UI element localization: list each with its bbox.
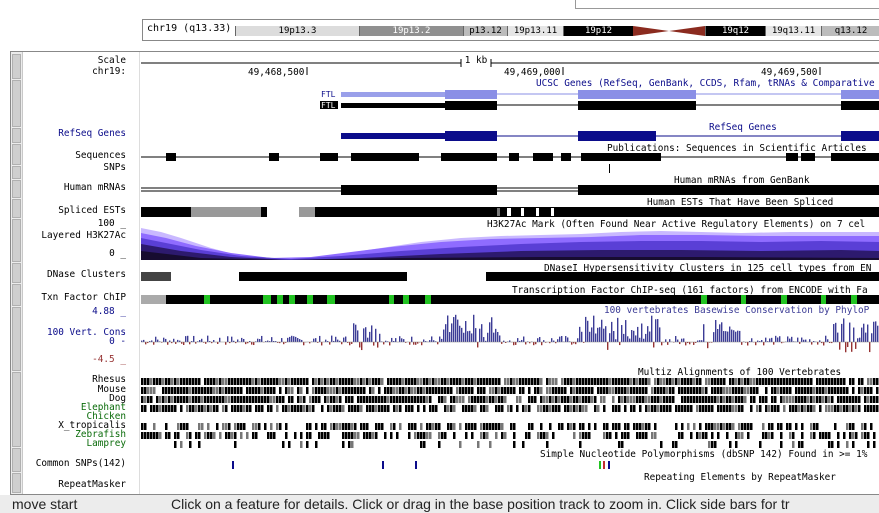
- sidebar-btn-ucsc-genes[interactable]: [12, 80, 21, 127]
- ftl-gene-2[interactable]: [341, 101, 879, 110]
- top-position-box[interactable]: [575, 0, 879, 9]
- cons-min: -4.5 _: [92, 354, 126, 365]
- cons-zero: 0 -: [109, 336, 126, 347]
- sidebar-btn-ests[interactable]: [12, 199, 21, 218]
- pos-3: 49,469,500: [761, 67, 818, 78]
- txn-title: Transcription Factor ChIP-seq (161 facto…: [512, 285, 868, 296]
- h3k27ac-max: 100 _: [97, 218, 126, 229]
- scale-text: 1 kb: [465, 55, 488, 66]
- base-ruler[interactable]: 1 kb 49,468,500 49,469,000 49,469,500: [141, 55, 879, 78]
- ests-title: Human ESTs That Have Been Spliced: [647, 197, 833, 208]
- sidebar-btn-common-snps[interactable]: [12, 448, 21, 472]
- refseq-gene[interactable]: [341, 131, 879, 141]
- ests-label[interactable]: Spliced ESTs: [58, 206, 126, 216]
- pos-2: 49,469,000: [504, 67, 561, 78]
- conservation-plot[interactable]: [141, 314, 879, 353]
- h3k27ac-min: 0 _: [109, 248, 126, 259]
- chrom-label: chr19:: [92, 66, 126, 77]
- txn-label[interactable]: Txn Factor ChIP: [41, 293, 126, 303]
- band-1[interactable]: 19p13.3: [235, 26, 359, 36]
- snp-mark[interactable]: [609, 164, 610, 173]
- sidebar-btn-multiz[interactable]: [12, 372, 21, 447]
- sequences-label[interactable]: Sequences: [75, 151, 126, 161]
- common-snps-label[interactable]: Common SNPs(142): [36, 459, 126, 469]
- refseq-label[interactable]: RefSeq Genes: [58, 129, 126, 139]
- h3k27ac-title: H3K27Ac Mark (Often Found Near Active Re…: [487, 219, 865, 230]
- sidebar-btn-snps[interactable]: [12, 166, 21, 179]
- sequences-title: Publications: Sequences in Scientific Ar…: [607, 143, 867, 154]
- track-sidebar: [11, 52, 23, 494]
- sidebar-btn-sequences[interactable]: [12, 144, 21, 165]
- refseq-title: RefSeq Genes: [709, 122, 777, 133]
- scale-label: Scale: [97, 55, 126, 66]
- sequences-features[interactable]: [141, 153, 879, 161]
- sidebar-btn-txn[interactable]: [12, 284, 21, 306]
- sidebar-btn-refseq[interactable]: [12, 128, 21, 143]
- track-image[interactable]: 1 kb 49,468,500 49,469,000 49,469,500 UC…: [141, 52, 879, 495]
- h3k27ac-signal[interactable]: [141, 228, 879, 260]
- common-snp-marks[interactable]: [232, 461, 610, 469]
- band-5[interactable]: 19p12: [563, 26, 633, 36]
- sidebar-btn-repeatmasker[interactable]: [12, 473, 21, 493]
- multiz-alignments[interactable]: [141, 378, 879, 448]
- band-7[interactable]: 19q13.11: [765, 26, 821, 36]
- sidebar-btn-ruler[interactable]: [12, 54, 21, 79]
- status-bar: move start Click on a feature for detail…: [0, 495, 879, 513]
- mrnas-label[interactable]: Human mRNAs: [64, 183, 126, 193]
- ftl-gene-2-label[interactable]: FTL: [321, 101, 336, 110]
- band-3[interactable]: p13.12: [463, 26, 507, 36]
- genome-browser-image[interactable]: Scale chr19: RefSeq Genes Sequences SNPs…: [10, 51, 879, 495]
- sidebar-btn-mrnas[interactable]: [12, 180, 21, 198]
- sidebar-btn-dnase[interactable]: [12, 263, 21, 283]
- mrna-features[interactable]: [141, 185, 879, 195]
- centromere: [633, 26, 705, 36]
- band-6[interactable]: 19q12: [705, 26, 765, 36]
- repeatmasker-title: Repeating Elements by RepeatMasker: [644, 472, 836, 483]
- dnase-label[interactable]: DNase Clusters: [47, 270, 126, 280]
- repeatmasker-label[interactable]: RepeatMasker: [58, 480, 126, 490]
- cons-max: 4.88 _: [92, 306, 126, 317]
- h3k27ac-label[interactable]: Layered H3K27Ac: [41, 231, 126, 241]
- mrnas-title: Human mRNAs from GenBank: [674, 175, 810, 186]
- chromosome-ideogram[interactable]: chr19 (q13.33) 19p13.3 19p13.2 p13.12 19…: [142, 19, 879, 41]
- cons-title: 100 vertebrates Basewise Conservation by…: [604, 305, 870, 316]
- common-snps-title: Simple Nucleotide Polymorphisms (dbSNP 1…: [540, 449, 868, 460]
- status-left[interactable]: move start: [12, 496, 77, 512]
- sidebar-btn-h3k27ac[interactable]: [12, 219, 21, 262]
- species-lamprey[interactable]: Lamprey: [86, 439, 126, 449]
- status-right: Click on a feature for details. Click or…: [171, 496, 790, 512]
- ucsc-genes-title: UCSC Genes (RefSeq, GenBank, CCDS, Rfam,…: [536, 78, 875, 89]
- band-8[interactable]: q13.12: [821, 26, 879, 36]
- txn-features[interactable]: [141, 295, 879, 304]
- label-separator: [139, 52, 140, 494]
- ftl-gene-1-label[interactable]: FTL: [321, 90, 336, 99]
- sidebar-btn-cons[interactable]: [12, 307, 21, 371]
- pos-1: 49,468,500: [248, 67, 305, 78]
- dnase-clusters[interactable]: [141, 272, 879, 281]
- ftl-gene-1[interactable]: [341, 90, 879, 99]
- snps-label[interactable]: SNPs: [103, 163, 126, 173]
- band-2[interactable]: 19p13.2: [359, 26, 463, 36]
- multiz-title: Multiz Alignments of 100 Vertebrates: [638, 367, 841, 378]
- ideogram-label: chr19 (q13.33): [147, 23, 232, 34]
- band-4[interactable]: 19p13.11: [507, 26, 563, 36]
- est-features[interactable]: [141, 207, 879, 217]
